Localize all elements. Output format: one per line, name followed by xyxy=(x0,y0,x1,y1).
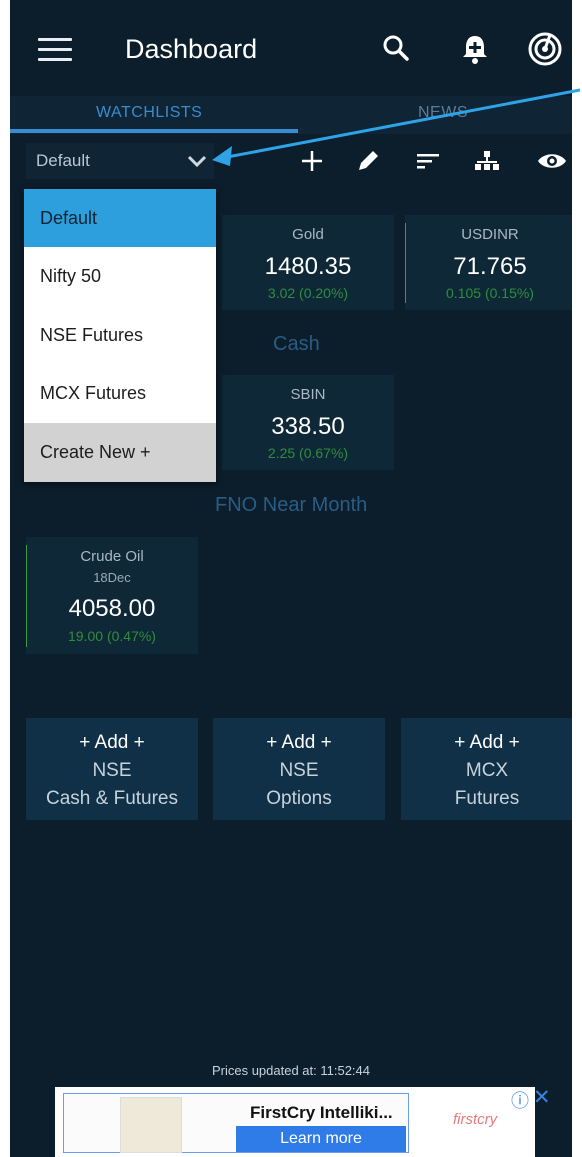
dropdown-item-label: MCX Futures xyxy=(40,383,147,403)
dropdown-item-create-new[interactable]: Create New + xyxy=(24,423,216,482)
dropdown-item-label: Nifty 50 xyxy=(40,266,102,286)
watchlist-card-sbin[interactable]: SBIN 338.50 2.25 (0.67%) xyxy=(222,375,394,470)
add-box-head: + Add + xyxy=(79,732,145,753)
add-box-line1: MCX xyxy=(465,760,509,781)
watchlist-selector[interactable]: Default xyxy=(26,143,214,179)
add-box-line1: NSE xyxy=(92,760,132,781)
watchlist-card-usdinr[interactable]: USDINR 71.765 0.105 (0.15%) xyxy=(405,215,572,310)
ad-content[interactable]: FirstCry Intelliki... Learn more xyxy=(63,1093,409,1153)
card-change: 19.00 (0.47%) xyxy=(68,628,156,644)
ad-logo: firstcry xyxy=(453,1111,498,1128)
search-icon[interactable] xyxy=(378,30,416,68)
active-tab-indicator xyxy=(10,129,298,133)
dropdown-item-nse-futures[interactable]: NSE Futures xyxy=(24,306,216,364)
section-title-fno: FNO Near Month xyxy=(215,494,368,516)
add-nse-cash-futures-button[interactable]: + Add + NSE Cash & Futures xyxy=(26,718,198,820)
ad-info-icon[interactable]: ⓘ xyxy=(511,1087,529,1113)
ad-learn-more-button[interactable]: Learn more xyxy=(236,1126,406,1152)
dropdown-item-default[interactable]: Default xyxy=(24,189,216,247)
page-title: Dashboard xyxy=(125,34,258,64)
app-screen: Dashboard WATCHLISTS NEWS Default Gold 1… xyxy=(10,0,572,1157)
card-price: 338.50 xyxy=(271,413,345,440)
notification-bell-icon[interactable] xyxy=(456,30,494,68)
add-box-line2: Futures xyxy=(454,788,520,809)
card-price: 1480.35 xyxy=(264,253,352,280)
dropdown-item-mcx-futures[interactable]: MCX Futures xyxy=(24,364,216,422)
tab-watchlists[interactable]: WATCHLISTS xyxy=(96,104,202,122)
card-name: SBIN xyxy=(290,386,326,403)
sort-icon[interactable] xyxy=(414,147,442,175)
add-box-head: + Add + xyxy=(454,732,520,753)
watchlist-card-crude-oil[interactable]: Crude Oil 18Dec 4058.00 19.00 (0.47%) xyxy=(26,537,198,654)
radar-icon[interactable] xyxy=(526,30,564,68)
card-expiry: 18Dec xyxy=(93,570,131,585)
add-box-line2: Options xyxy=(266,788,332,809)
watchlist-selector-value: Default xyxy=(36,151,90,170)
card-price: 71.765 xyxy=(453,253,527,280)
dropdown-item-label: NSE Futures xyxy=(40,325,144,345)
dropdown-item-label: Default xyxy=(40,208,98,228)
edit-pencil-icon[interactable] xyxy=(354,147,382,175)
card-change: 3.02 (0.20%) xyxy=(267,285,349,301)
watchlist-card-gold[interactable]: Gold 1480.35 3.02 (0.20%) xyxy=(222,215,394,310)
dropdown-item-label: Create New + xyxy=(40,442,151,462)
menu-icon[interactable] xyxy=(38,38,72,62)
card-price: 4058.00 xyxy=(68,595,156,622)
tab-news[interactable]: NEWS xyxy=(418,104,468,122)
top-bar: Dashboard xyxy=(10,0,572,96)
card-name: Gold xyxy=(292,226,324,243)
add-nse-options-button[interactable]: + Add + NSE Options xyxy=(213,718,385,820)
ad-product-image xyxy=(120,1097,182,1153)
ad-banner[interactable]: FirstCry Intelliki... Learn more firstcr… xyxy=(55,1086,551,1157)
prices-updated-text: Prices updated at: 11:52:44 xyxy=(211,1063,371,1078)
add-icon[interactable] xyxy=(298,147,326,175)
dropdown-item-nifty-50[interactable]: Nifty 50 xyxy=(24,247,216,305)
chevron-down-icon xyxy=(187,155,207,168)
section-title-cash: Cash xyxy=(273,333,320,355)
card-change: 0.105 (0.15%) xyxy=(446,285,534,301)
card-change: 2.25 (0.67%) xyxy=(267,445,349,461)
hierarchy-icon[interactable] xyxy=(472,147,502,175)
card-name: Crude Oil xyxy=(80,548,144,565)
add-box-line2: Cash & Futures xyxy=(46,788,178,809)
ad-title: FirstCry Intelliki... xyxy=(250,1103,393,1122)
add-box-head: + Add + xyxy=(266,732,332,753)
watchlist-dropdown-menu: Default Nifty 50 NSE Futures MCX Futures… xyxy=(24,189,216,482)
card-name: USDINR xyxy=(461,226,519,243)
ad-close-icon[interactable]: ✕ xyxy=(533,1085,551,1110)
add-mcx-futures-button[interactable]: + Add + MCX Futures xyxy=(401,718,572,820)
add-box-line1: NSE xyxy=(279,760,319,781)
eye-icon[interactable] xyxy=(536,147,568,175)
